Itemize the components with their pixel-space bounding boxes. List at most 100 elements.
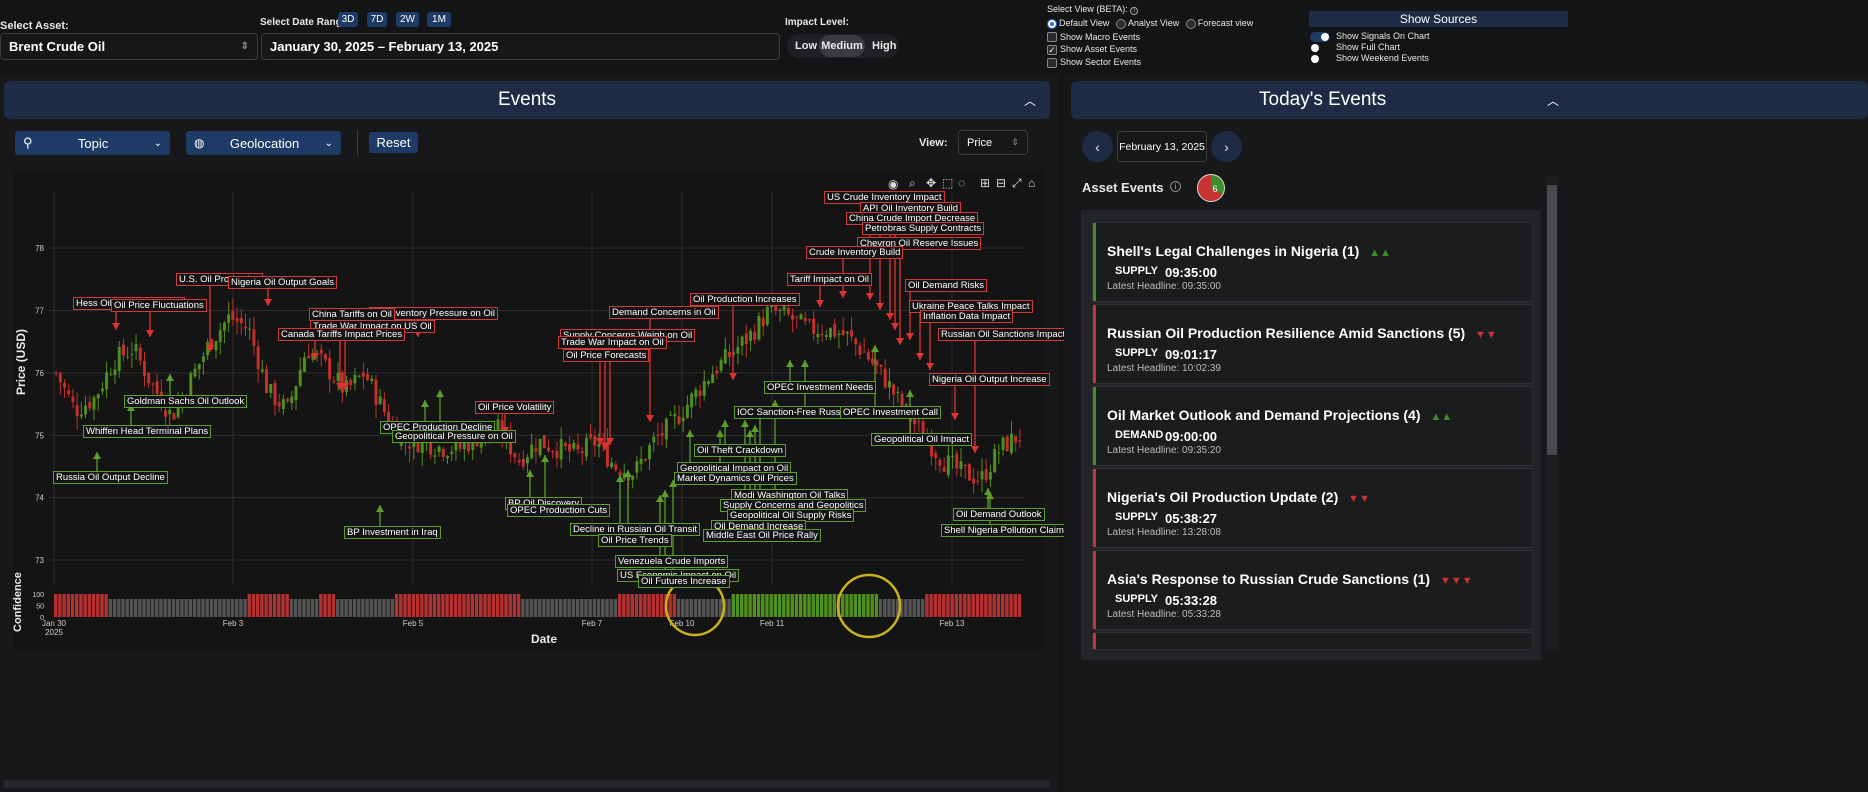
- event-annotation[interactable]: Nigeria Oil Output Goals: [228, 276, 337, 289]
- event-annotation[interactable]: Oil Demand Outlook: [953, 508, 1045, 521]
- candle-body: [833, 324, 837, 337]
- events-scrollbar[interactable]: [4, 780, 1050, 788]
- confidence-bar: [335, 599, 340, 617]
- confidence-bar: [996, 594, 1001, 617]
- show-sources-button[interactable]: Show Sources: [1309, 11, 1568, 27]
- event-annotation[interactable]: Trade War Impact on Oil: [558, 336, 667, 349]
- event-annotation[interactable]: Tariff Impact on Oil: [787, 273, 873, 286]
- candle-body: [568, 443, 572, 452]
- event-annotation[interactable]: Nigeria Oil Output Increase: [929, 373, 1050, 386]
- candle-body: [513, 453, 517, 458]
- arrow-head-down: [112, 323, 120, 330]
- confidence-bar: [571, 599, 576, 617]
- confidence-bar: [62, 594, 66, 617]
- event-annotation[interactable]: Russian Oil Sanctions Impact: [938, 328, 1069, 341]
- candle-body: [812, 318, 816, 334]
- event-annotation[interactable]: Oil Theft Crackdown: [694, 444, 786, 457]
- event-annotation[interactable]: Russia Oil Output Decline: [53, 471, 168, 484]
- today-panel-header[interactable]: Today's Events ︿: [1071, 81, 1868, 119]
- event-annotation[interactable]: Demand Concerns in Oil: [609, 306, 719, 319]
- date-display[interactable]: February 13, 2025: [1117, 131, 1207, 162]
- confidence-bar: [407, 594, 411, 617]
- confidence-bar: [415, 594, 420, 617]
- confidence-bar: [222, 599, 226, 617]
- event-annotation[interactable]: Oil Price Fluctuations: [111, 299, 207, 312]
- confidence-bar: [491, 594, 496, 617]
- confidence-bar: [516, 594, 521, 617]
- prev-day-button[interactable]: ‹: [1082, 131, 1113, 162]
- forecast-view-radio[interactable]: [1185, 18, 1196, 29]
- confidence-bar: [500, 594, 504, 617]
- event-annotation[interactable]: Market Dynamics Oil Prices: [674, 472, 797, 485]
- confidence-bar: [390, 599, 395, 617]
- event-annotation[interactable]: OPEC Investment Needs: [764, 381, 877, 394]
- candle-body: [63, 382, 66, 388]
- candle-body: [934, 452, 938, 458]
- event-card[interactable]: Oil Market Outlook and Demand Projection…: [1092, 386, 1533, 466]
- event-annotation[interactable]: Shell Nigeria Pollution Claims: [941, 524, 1072, 537]
- event-annotation[interactable]: OPEC Investment Call: [840, 406, 942, 419]
- candle-body: [706, 381, 710, 384]
- event-annotation[interactable]: Whiffen Head Terminal Plans: [83, 425, 212, 438]
- confidence-bar: [798, 594, 803, 617]
- event-annotation[interactable]: Canada Tariffs Impact Prices: [278, 328, 406, 341]
- arrow-up-icon: ▲▲: [1430, 411, 1453, 423]
- event-annotation[interactable]: Oil Demand Risks: [905, 279, 988, 292]
- analyst-view-radio[interactable]: [1115, 18, 1126, 29]
- event-annotation[interactable]: Petrobras Supply Contracts: [862, 222, 985, 235]
- event-card[interactable]: Shell's Legal Challenges in Nigeria (1) …: [1092, 222, 1533, 302]
- scrollbar-thumb[interactable]: [1547, 185, 1557, 455]
- event-annotation[interactable]: Oil Price Trends: [598, 534, 672, 547]
- confidence-bar: [281, 594, 285, 617]
- collapse-icon[interactable]: ︿: [1547, 92, 1559, 109]
- confidence-bar: [988, 594, 992, 617]
- event-annotation[interactable]: BP Investment in Iraq: [344, 526, 441, 539]
- event-annotation[interactable]: Geopolitical Oil Impact: [871, 433, 973, 446]
- event-annotation[interactable]: OPEC Production Cuts: [507, 504, 611, 517]
- weekend-toggle[interactable]: [1310, 54, 1330, 64]
- candle-body: [740, 336, 744, 346]
- confidence-bar: [554, 599, 559, 617]
- confidence-bar: [272, 594, 277, 617]
- info-icon[interactable]: i: [1170, 181, 1181, 192]
- candle-body: [656, 434, 660, 436]
- candle-body: [319, 349, 323, 354]
- next-day-button[interactable]: ›: [1211, 131, 1242, 162]
- candle-body: [938, 459, 942, 466]
- event-list-scrollbar[interactable]: [1546, 175, 1558, 650]
- confidence-bar: [815, 594, 820, 617]
- price-chart[interactable]: Jan 30 2025Feb 3 Feb 5 Feb 7 Feb 10 Feb 11 Feb…: [0, 0, 1058, 660]
- confidence-bar: [112, 599, 117, 617]
- show-sector-label: Show Sector Events: [1060, 56, 1142, 67]
- event-annotation[interactable]: Oil Price Forecasts: [563, 349, 650, 362]
- event-card[interactable]: Asia's Response to Russian Crude Sanctio…: [1092, 550, 1533, 630]
- event-annotation[interactable]: Crude Inventory Build: [806, 246, 904, 259]
- confidence-bar: [617, 594, 622, 617]
- confidence-bar: [862, 594, 866, 617]
- event-annotation[interactable]: Oil Production Increases: [690, 293, 800, 306]
- event-annotation[interactable]: Goldman Sachs Oil Outlook: [124, 395, 248, 408]
- event-annotation[interactable]: Oil Futures Increase: [638, 575, 730, 588]
- confidence-bar: [685, 599, 689, 617]
- confidence-bar: [963, 594, 967, 617]
- confidence-bar: [693, 599, 698, 617]
- confidence-bar: [538, 599, 542, 617]
- full-chart-toggle[interactable]: [1310, 43, 1330, 53]
- event-card[interactable]: Nigeria's Oil Production Update (2) ▼▼ SU…: [1092, 468, 1533, 548]
- event-annotation[interactable]: Geopolitical Pressure on Oil: [392, 430, 516, 443]
- event-card[interactable]: Russian Oil Production Resilience Amid S…: [1092, 304, 1533, 384]
- x-tick-label: Feb 11: [760, 619, 785, 628]
- confidence-bar: [226, 599, 230, 617]
- event-card-partial[interactable]: [1092, 632, 1533, 650]
- candle-body: [172, 413, 176, 420]
- signals-toggle[interactable]: [1310, 31, 1330, 42]
- candle-body: [290, 396, 294, 404]
- event-annotation[interactable]: Oil Price Volatility: [475, 401, 555, 414]
- event-annotation[interactable]: Venezuela Crude Imports: [615, 555, 729, 568]
- event-annotation[interactable]: Middle East Oil Price Rally: [703, 529, 821, 542]
- confidence-bar: [563, 599, 567, 617]
- sentiment-pie[interactable]: 6: [1197, 174, 1225, 202]
- arrow-head-up: [661, 490, 669, 497]
- confidence-bar: [306, 599, 310, 617]
- event-annotation[interactable]: Inflation Data Impact: [920, 310, 1014, 323]
